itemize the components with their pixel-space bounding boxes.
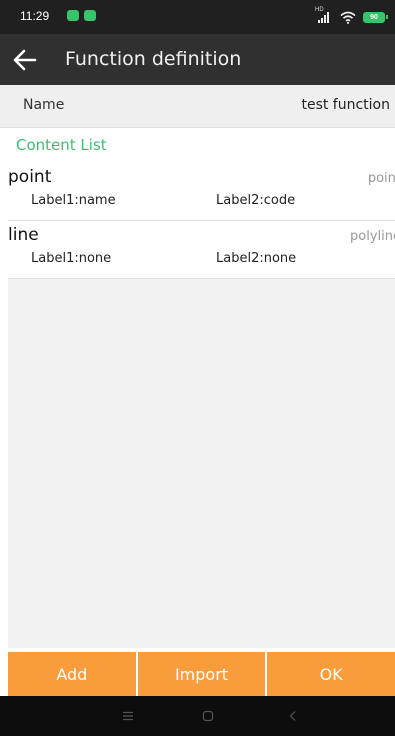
- system-nav-bar: [0, 696, 395, 736]
- import-button[interactable]: Import: [137, 652, 266, 696]
- back-button[interactable]: [10, 45, 40, 75]
- battery-level: 90: [370, 13, 378, 21]
- back-nav-icon: [289, 711, 296, 721]
- name-row[interactable]: Name test function: [0, 85, 395, 128]
- item-name: point: [8, 167, 52, 187]
- app-bar: Function definition: [0, 34, 395, 85]
- signal-icon: HD: [315, 7, 333, 24]
- status-icons: HD 90: [315, 7, 388, 26]
- name-label: Name: [23, 97, 65, 113]
- wifi-icon: [340, 11, 356, 24]
- back-nav-button[interactable]: [283, 706, 303, 726]
- battery-icon: 90: [363, 11, 388, 23]
- content-list: point point Label1:name Label2:code line…: [8, 163, 395, 648]
- page-title: Function definition: [65, 48, 242, 70]
- list-item[interactable]: point point Label1:name Label2:code: [8, 163, 395, 221]
- bottom-button-bar: Add Import OK: [0, 652, 395, 696]
- home-icon: [202, 710, 214, 722]
- item-type: polyline: [350, 229, 395, 244]
- ok-button[interactable]: OK: [267, 652, 395, 696]
- status-time: 11:29: [20, 9, 50, 23]
- list-item[interactable]: line polyline Label1:none Label2:none: [8, 221, 395, 279]
- add-button[interactable]: Add: [8, 652, 136, 696]
- item-label1: Label1:name: [31, 193, 116, 208]
- notification-icon: [84, 10, 96, 21]
- item-label2: Label2:code: [216, 193, 296, 208]
- item-label2: Label2:none: [216, 251, 297, 266]
- home-button[interactable]: [198, 706, 218, 726]
- notification-icon: [67, 10, 79, 21]
- content-list-header: Content List: [16, 136, 107, 154]
- menu-icon: [123, 711, 133, 721]
- item-label1: Label1:none: [31, 251, 112, 266]
- name-value: test function: [301, 97, 390, 113]
- item-name: line: [8, 225, 39, 245]
- status-bar: 11:29 HD 90: [0, 0, 395, 34]
- item-type: point: [367, 171, 395, 186]
- back-arrow-icon: [13, 49, 37, 71]
- menu-button[interactable]: [118, 706, 138, 726]
